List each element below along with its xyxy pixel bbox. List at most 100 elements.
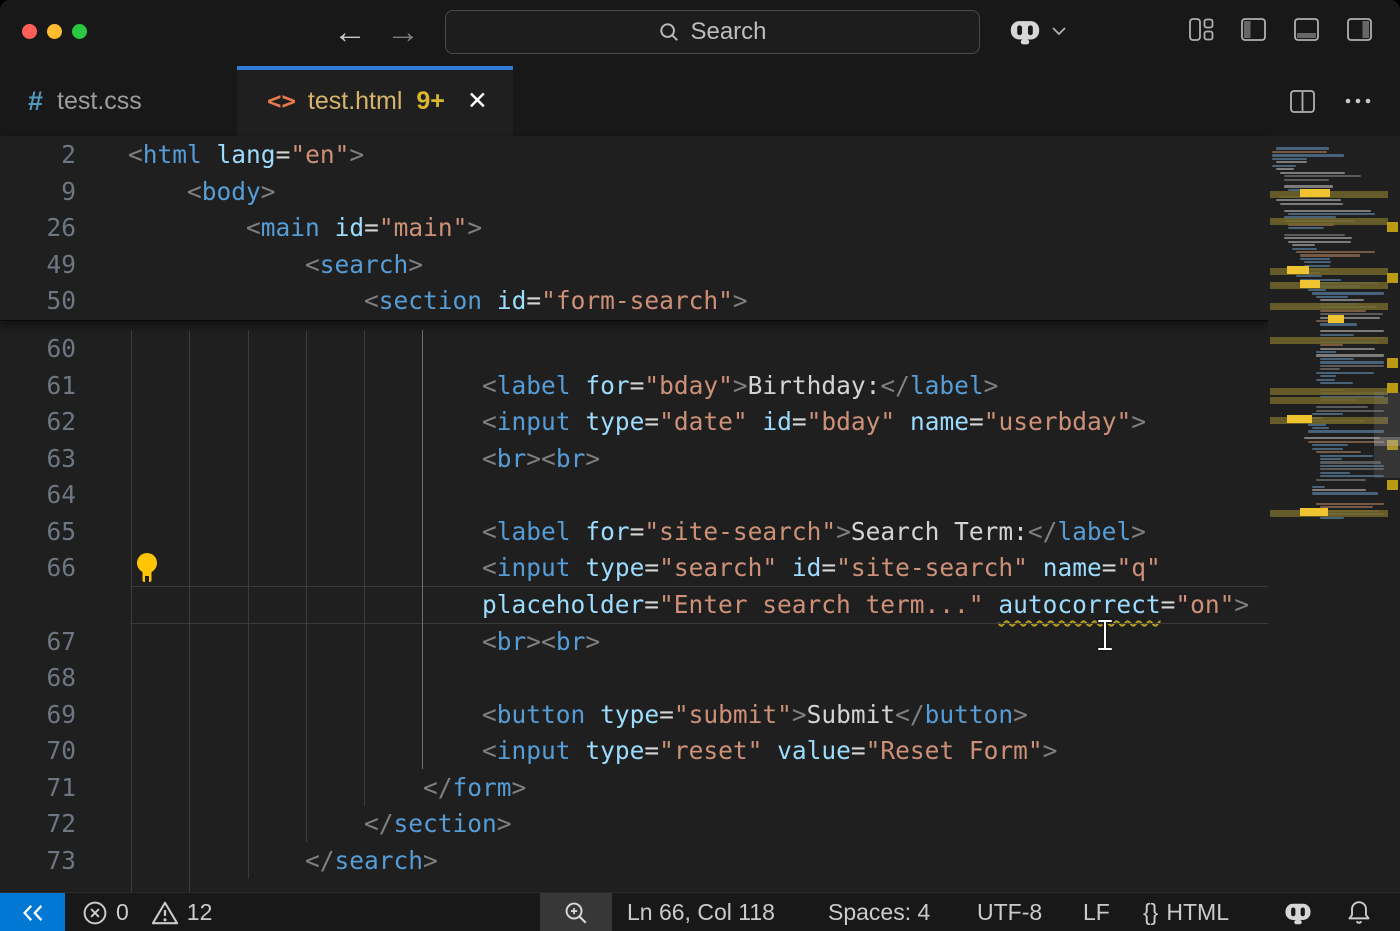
problems-status[interactable]: 0 12 xyxy=(82,893,212,931)
code-line-wrap[interactable]: placeholder="Enter search term..." autoc… xyxy=(0,586,1268,623)
minimap-warning-bar xyxy=(1270,397,1388,404)
tab-test-css[interactable]: # test.css xyxy=(0,66,237,136)
close-window-button[interactable] xyxy=(22,24,37,39)
code-line-60[interactable]: 60 xyxy=(0,330,1268,367)
code-line-73[interactable]: 73 </search> xyxy=(0,842,1268,879)
line-number: 71 xyxy=(0,769,76,806)
line-number: 72 xyxy=(0,805,76,842)
minimap-line xyxy=(1284,210,1371,212)
code-line-63[interactable]: 63 <br><br> xyxy=(0,440,1268,477)
search-icon xyxy=(658,21,680,43)
line-number: 69 xyxy=(0,696,76,733)
tab-test-html[interactable]: <> test.html 9+ ✕ xyxy=(237,66,513,136)
navigate-back-button[interactable]: ← xyxy=(333,12,367,52)
code-line-26[interactable]: 26 <main id="main"> xyxy=(0,209,1268,246)
minimap-line xyxy=(1288,227,1324,229)
minimap-line xyxy=(1312,489,1366,491)
minimap-line xyxy=(1312,444,1348,446)
current-line-border-top xyxy=(130,586,1268,587)
code-line-68[interactable]: 68 xyxy=(0,659,1268,696)
minimap-line xyxy=(1284,237,1352,239)
minimap-line xyxy=(1320,472,1350,474)
overview-ruler-warning-mark xyxy=(1387,358,1398,368)
warnings-count: 12 xyxy=(187,899,213,926)
toggle-panel-icon[interactable] xyxy=(1293,16,1320,43)
indent-guide-active xyxy=(422,330,423,769)
editor[interactable]: 6061 <label for="bday">Birthday:</label>… xyxy=(0,136,1400,892)
sticky-scroll[interactable]: 2<html lang="en">9 <body>26 <main id="ma… xyxy=(0,136,1268,321)
split-editor-icon[interactable] xyxy=(1289,88,1316,115)
minimap-line xyxy=(1312,492,1378,494)
customize-layout-icon[interactable] xyxy=(1188,16,1215,43)
language-mode-status[interactable]: {} HTML xyxy=(1143,893,1229,931)
indentation-status[interactable]: Spaces: 4 xyxy=(828,893,930,931)
code-line-72[interactable]: 72 </section> xyxy=(0,805,1268,842)
navigate-forward-button[interactable]: → xyxy=(386,12,420,52)
code-line-64[interactable]: 64 xyxy=(0,476,1268,513)
eol-status[interactable]: LF xyxy=(1083,893,1110,931)
tab-label: test.css xyxy=(57,87,142,116)
notifications-bell-icon[interactable] xyxy=(1346,893,1372,931)
line-number: 9 xyxy=(0,173,76,210)
minimize-window-button[interactable] xyxy=(47,24,62,39)
code-line-2[interactable]: 2<html lang="en"> xyxy=(0,136,1268,173)
remote-indicator[interactable] xyxy=(0,893,65,931)
minimap-line xyxy=(1320,330,1384,332)
code-line-70[interactable]: 70 <input type="reset" value="Reset Form… xyxy=(0,732,1268,769)
minimap-line xyxy=(1320,461,1381,463)
zoom-in-magnifier-icon xyxy=(563,900,589,926)
minimap-line xyxy=(1320,375,1336,377)
minimap[interactable] xyxy=(1268,136,1400,892)
line-number: 64 xyxy=(0,476,76,513)
code-line-61[interactable]: 61 <label for="bday">Birthday:</label> xyxy=(0,367,1268,404)
more-actions-icon[interactable] xyxy=(1344,97,1372,105)
errors-icon xyxy=(82,900,108,926)
code-line-62[interactable]: 62 <input type="date" id="bday" name="us… xyxy=(0,403,1268,440)
minimap-warning-bar xyxy=(1270,303,1388,310)
minimap-line xyxy=(1272,165,1296,167)
minimap-line xyxy=(1304,437,1380,439)
line-number: 60 xyxy=(0,330,76,367)
chevron-down-icon[interactable] xyxy=(1050,25,1068,37)
minimap-line xyxy=(1272,151,1327,153)
minimap-line xyxy=(1312,486,1325,488)
minimap-line xyxy=(1316,451,1361,453)
line-number: 73 xyxy=(0,842,76,879)
minimap-warning-bar xyxy=(1270,218,1388,225)
minimap-line xyxy=(1300,254,1360,256)
minimap-warning-bar xyxy=(1270,388,1388,395)
minimap-highlight xyxy=(1300,189,1330,197)
search-command-center[interactable]: Search xyxy=(445,10,980,54)
minimap-line xyxy=(1280,172,1345,174)
overview-ruler-warning-mark xyxy=(1387,480,1398,490)
indent-guide xyxy=(306,330,307,842)
code-line-66[interactable]: 66 <input type="search" id="site-search"… xyxy=(0,549,1268,586)
minimap-line xyxy=(1296,251,1375,253)
minimap-line xyxy=(1304,261,1331,263)
maximize-window-button[interactable] xyxy=(72,24,87,39)
code-line-65[interactable]: 65 <label for="site-search">Search Term:… xyxy=(0,513,1268,550)
minimap-slider-band xyxy=(1374,437,1400,446)
encoding-status[interactable]: UTF-8 xyxy=(977,893,1042,931)
minimap-highlight xyxy=(1300,280,1320,288)
copilot-icon[interactable] xyxy=(1008,16,1042,46)
lightbulb-icon[interactable] xyxy=(136,551,158,586)
copilot-status-icon[interactable] xyxy=(1283,893,1313,931)
code-line-67[interactable]: 67 <br><br> xyxy=(0,623,1268,660)
zoom-status-item[interactable] xyxy=(540,893,612,931)
toggle-secondary-sidebar-icon[interactable] xyxy=(1346,16,1373,43)
close-tab-icon[interactable]: ✕ xyxy=(467,86,488,116)
code-line-9[interactable]: 9 <body> xyxy=(0,173,1268,210)
minimap-scrollbar-slider[interactable] xyxy=(1374,392,1400,478)
minimap-line xyxy=(1312,448,1343,450)
toggle-primary-sidebar-icon[interactable] xyxy=(1240,16,1267,43)
minimap-line xyxy=(1272,158,1307,160)
minimap-line xyxy=(1308,430,1384,432)
code-line-69[interactable]: 69 <button type="submit">Submit</button> xyxy=(0,696,1268,733)
code-line-49[interactable]: 49 <search> xyxy=(0,246,1268,283)
minimap-warning-bar xyxy=(1270,282,1388,289)
code-line-50[interactable]: 50 <section id="form-search"> xyxy=(0,282,1268,319)
code-line-71[interactable]: 71 </form> xyxy=(0,769,1268,806)
cursor-position-status[interactable]: Ln 66, Col 118 xyxy=(627,893,775,931)
minimap-line xyxy=(1288,213,1375,215)
